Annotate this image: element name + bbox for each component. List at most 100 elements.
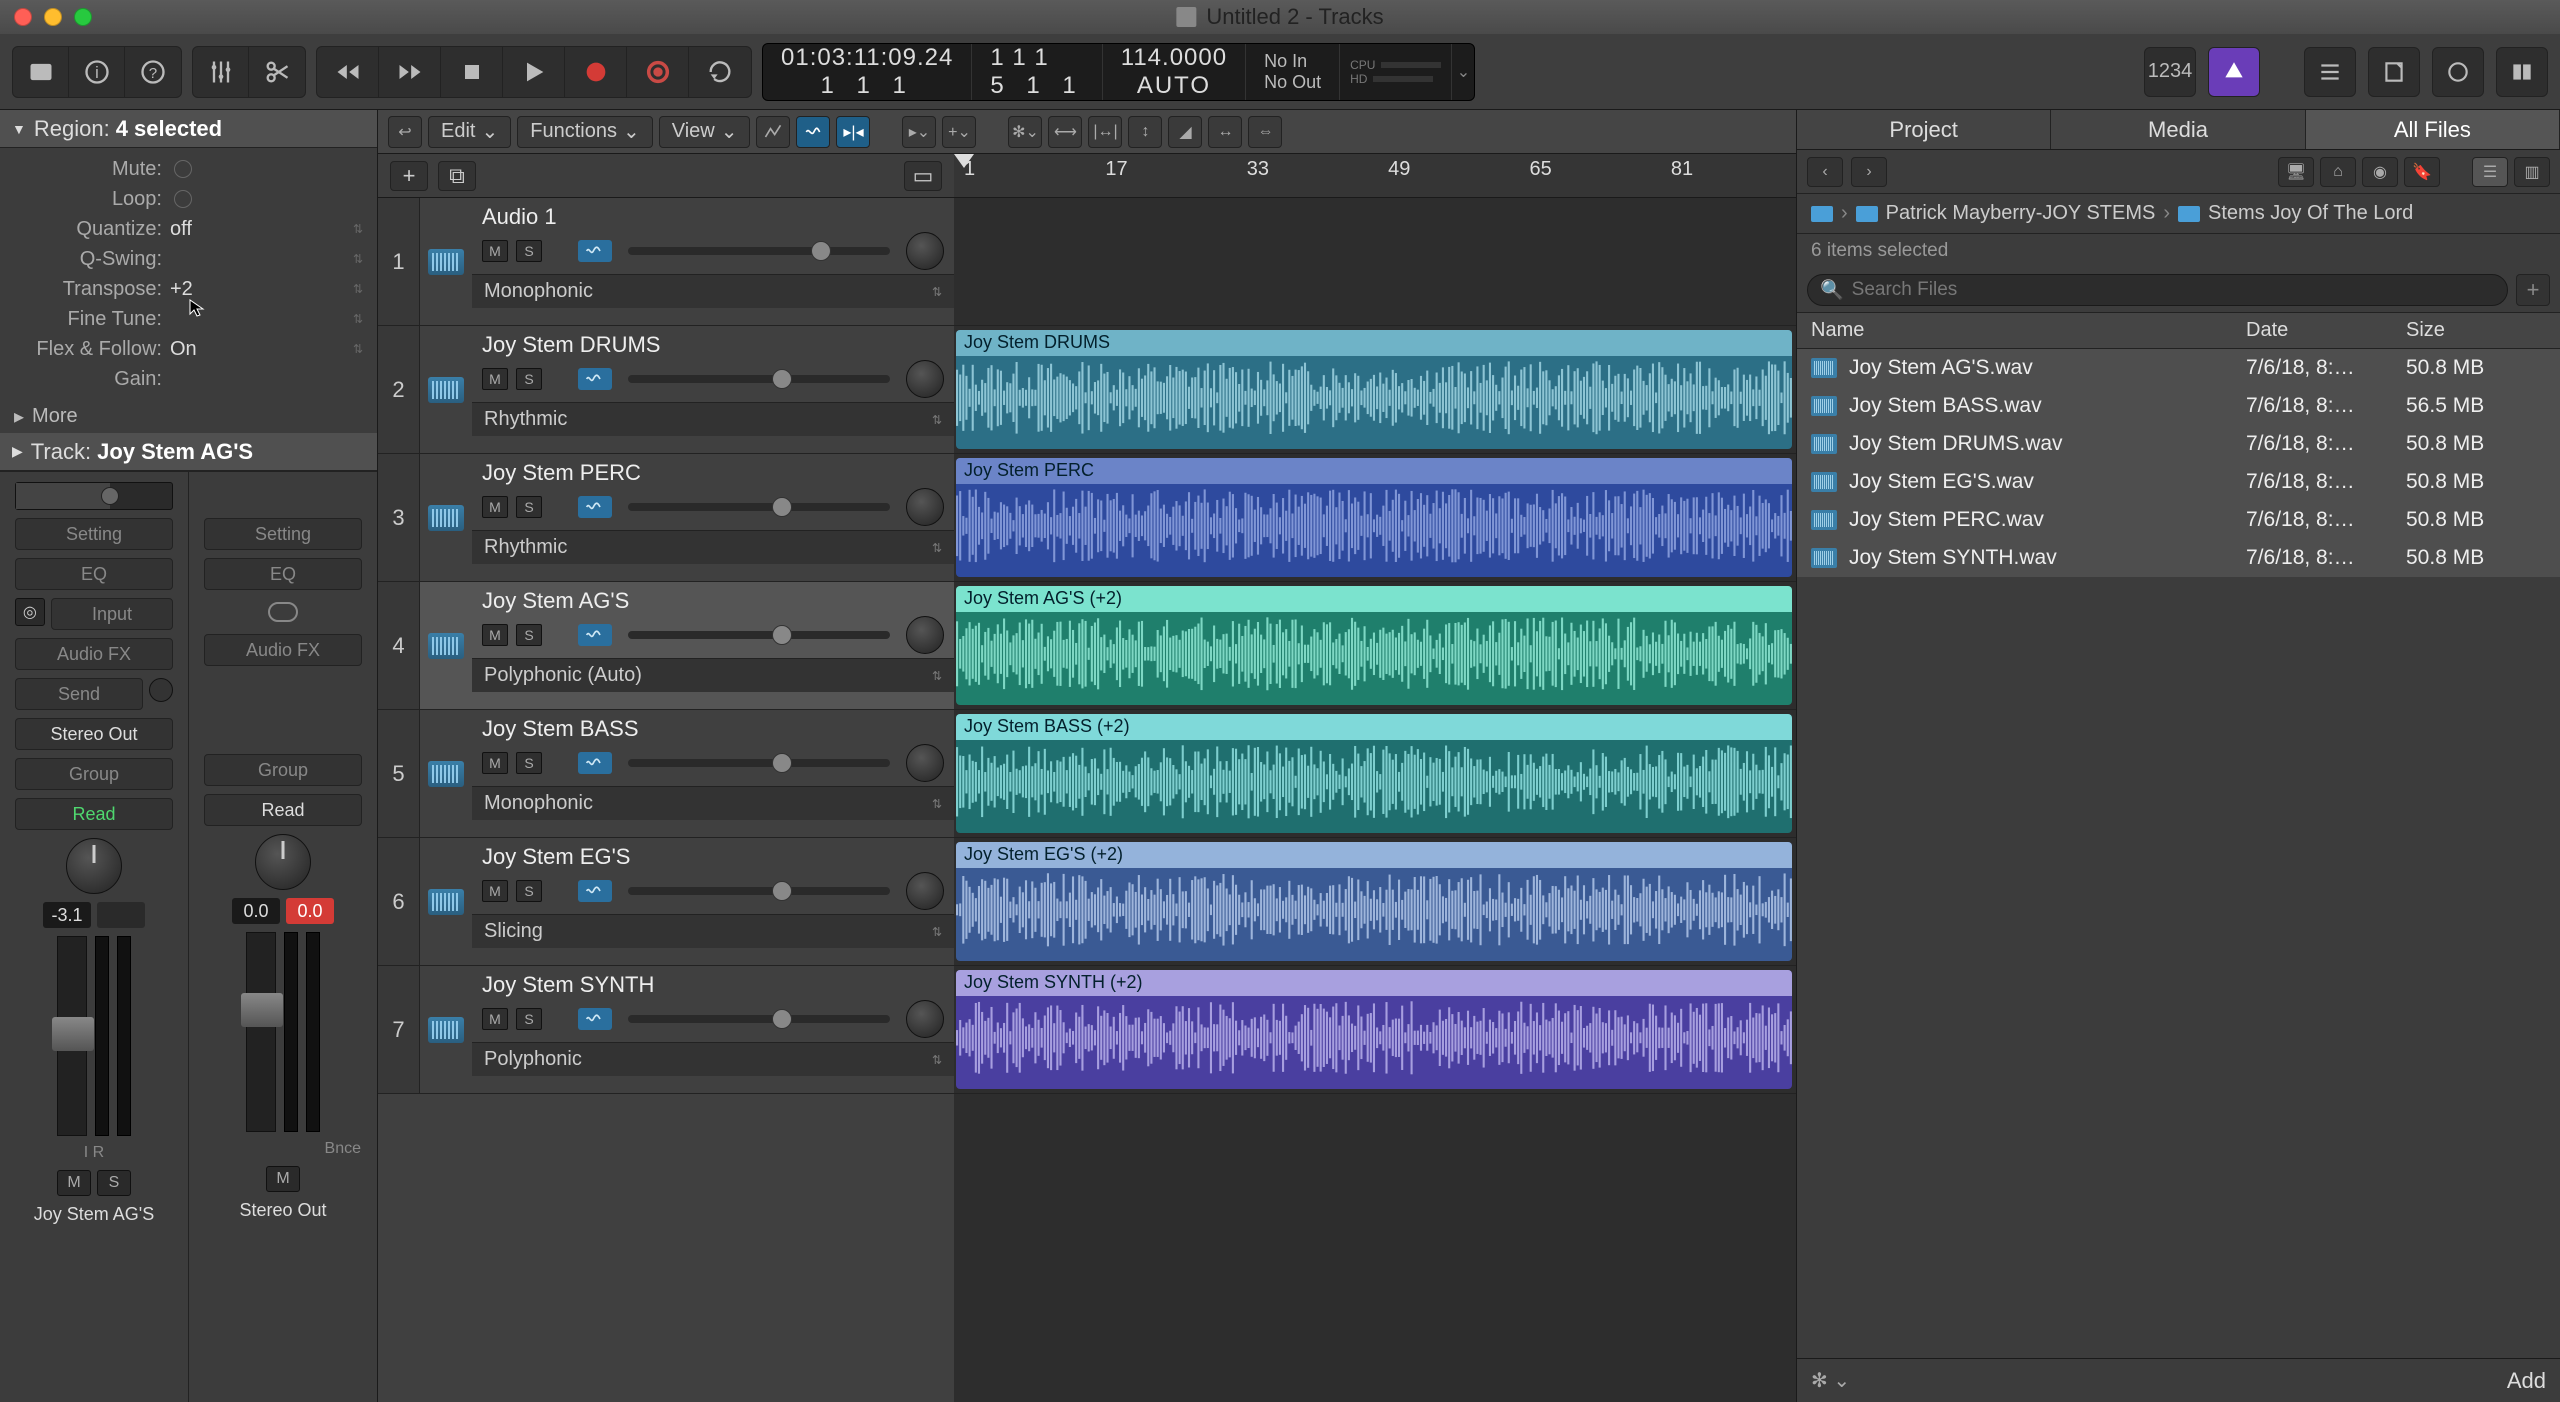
- slider-thumb[interactable]: [772, 625, 792, 645]
- automation-mode[interactable]: Read: [15, 798, 173, 830]
- output-button[interactable]: Stereo Out: [15, 718, 173, 750]
- browser-button[interactable]: [2496, 47, 2548, 97]
- automation-mode[interactable]: Read: [204, 794, 362, 826]
- setting-button[interactable]: Setting: [204, 518, 362, 550]
- eq-button[interactable]: EQ: [204, 558, 362, 590]
- chevron-updown-icon[interactable]: ⇅: [353, 222, 363, 236]
- slider-thumb[interactable]: [772, 497, 792, 517]
- wave-zoom-icon[interactable]: ◢: [1168, 116, 1202, 148]
- global-tracks-button[interactable]: ▭: [904, 161, 942, 191]
- track-name[interactable]: Joy Stem AG'S: [482, 588, 944, 614]
- solo-button[interactable]: S: [516, 880, 542, 902]
- gain-knob[interactable]: [101, 487, 119, 505]
- file-row[interactable]: Joy Stem SYNTH.wav 7/6/18, 8:… 50.8 MB: [1797, 539, 2560, 577]
- crumb-1[interactable]: Patrick Mayberry-JOY STEMS: [1886, 202, 2156, 225]
- zoom-horiz-icon[interactable]: ↔: [1208, 116, 1242, 148]
- audio-region[interactable]: Joy Stem BASS (+2): [956, 714, 1792, 833]
- track-name[interactable]: Joy Stem SYNTH: [482, 972, 944, 998]
- param-value[interactable]: On: [170, 338, 197, 361]
- mute-button[interactable]: M: [482, 368, 508, 390]
- stop-button[interactable]: [441, 47, 503, 97]
- param-value[interactable]: +2: [170, 278, 193, 301]
- disclosure-triangle-icon[interactable]: ▶: [12, 443, 23, 460]
- flex-icon[interactable]: [578, 624, 612, 646]
- mute-button[interactable]: M: [482, 752, 508, 774]
- file-row[interactable]: Joy Stem DRUMS.wav 7/6/18, 8:… 50.8 MB: [1797, 425, 2560, 463]
- list-view-button[interactable]: ☰: [2472, 157, 2508, 187]
- region-inspector-header[interactable]: ▼ Region: 4 selected: [0, 110, 377, 148]
- home-icon[interactable]: ⌂: [2320, 157, 2356, 187]
- input-button[interactable]: Input: [51, 598, 173, 630]
- solo-button[interactable]: S: [516, 752, 542, 774]
- column-view-button[interactable]: ▥: [2514, 157, 2550, 187]
- lcd-locator[interactable]: 1 1 1 5 1 1: [972, 44, 1102, 100]
- volume-slider[interactable]: [628, 631, 890, 639]
- send-knob[interactable]: [149, 678, 173, 702]
- mute-button[interactable]: M: [482, 496, 508, 518]
- fader-cap[interactable]: [52, 1017, 94, 1051]
- note-pad-button[interactable]: [2368, 47, 2420, 97]
- audio-region[interactable]: Joy Stem DRUMS: [956, 330, 1792, 449]
- track-name[interactable]: Joy Stem PERC: [482, 460, 944, 486]
- file-row[interactable]: Joy Stem PERC.wav 7/6/18, 8:… 50.8 MB: [1797, 501, 2560, 539]
- track-header[interactable]: 3 Joy Stem PERC M S Rhythmic⇅: [378, 454, 954, 582]
- region-lane[interactable]: [954, 198, 1796, 326]
- quick-help-button[interactable]: ?: [125, 47, 181, 97]
- zoom-window-button[interactable]: [74, 8, 92, 26]
- pan-value[interactable]: 0.0: [232, 898, 280, 924]
- flex-algorithm-menu[interactable]: Rhythmic⇅: [472, 530, 954, 564]
- settings-menu[interactable]: ✻⌄: [1008, 116, 1042, 148]
- back-icon[interactable]: ↩: [388, 116, 422, 148]
- breadcrumb[interactable]: › Patrick Mayberry-JOY STEMS › Stems Joy…: [1797, 194, 2560, 234]
- pointer-tool[interactable]: ▸⌄: [902, 116, 936, 148]
- param-row[interactable]: Loop:: [0, 184, 377, 214]
- duplicate-track-button[interactable]: ⧉: [438, 161, 476, 191]
- param-row[interactable]: Transpose:+2⇅: [0, 274, 377, 304]
- nav-back-button[interactable]: ‹: [1807, 157, 1843, 187]
- slider-thumb[interactable]: [772, 369, 792, 389]
- file-row[interactable]: Joy Stem EG'S.wav 7/6/18, 8:… 50.8 MB: [1797, 463, 2560, 501]
- library-button[interactable]: [13, 47, 69, 97]
- chevron-updown-icon[interactable]: ⇅: [353, 312, 363, 326]
- flex-algorithm-menu[interactable]: Monophonic⇅: [472, 786, 954, 820]
- capture-record-button[interactable]: [627, 47, 689, 97]
- flex-icon[interactable]: [796, 116, 830, 148]
- track-header[interactable]: 7 Joy Stem SYNTH M S Polyphonic⇅: [378, 966, 954, 1094]
- chevron-updown-icon[interactable]: ⇅: [353, 282, 363, 296]
- add-button[interactable]: Add: [2507, 1368, 2546, 1394]
- forward-button[interactable]: [379, 47, 441, 97]
- track-inspector-header[interactable]: ▶ Track: Joy Stem AG'S: [0, 433, 377, 471]
- solo-button[interactable]: S: [516, 240, 542, 262]
- param-value[interactable]: off: [170, 218, 192, 241]
- send-button[interactable]: Send: [15, 678, 143, 710]
- computer-icon[interactable]: 🖥: [2278, 157, 2314, 187]
- mute-button[interactable]: M: [57, 1170, 91, 1196]
- bounce-label[interactable]: Bnce: [325, 1140, 361, 1158]
- param-row[interactable]: Q-Swing:⇅: [0, 244, 377, 274]
- edit-menu[interactable]: Edit⌄: [428, 116, 511, 148]
- fader[interactable]: [57, 936, 131, 1136]
- param-row[interactable]: Flex & Follow:On⇅: [0, 334, 377, 364]
- chevron-updown-icon[interactable]: ⇅: [353, 342, 363, 356]
- add-track-button[interactable]: +: [390, 161, 428, 191]
- slider-thumb[interactable]: [772, 753, 792, 773]
- add-tool[interactable]: +⌄: [942, 116, 976, 148]
- param-row[interactable]: Gain:: [0, 364, 377, 394]
- search-input[interactable]: 🔍 Search Files: [1807, 274, 2508, 306]
- tab-all-files[interactable]: All Files: [2306, 110, 2560, 149]
- setting-button[interactable]: Setting: [15, 518, 173, 550]
- audio-region[interactable]: Joy Stem PERC: [956, 458, 1792, 577]
- nav-forward-button[interactable]: ›: [1851, 157, 1887, 187]
- locator-icon[interactable]: |↔|: [1088, 116, 1122, 148]
- slider-thumb[interactable]: [772, 881, 792, 901]
- volume-slider[interactable]: [628, 247, 890, 255]
- lcd-display[interactable]: 01:03:11:09.24 1 1 1 1 1 1 5 1 1 114.000…: [762, 43, 1475, 101]
- toggle-icon[interactable]: [174, 190, 192, 208]
- toggle-icon[interactable]: [174, 160, 192, 178]
- region-lane[interactable]: Joy Stem AG'S (+2): [954, 582, 1796, 710]
- track-name[interactable]: Joy Stem EG'S: [482, 844, 944, 870]
- stereo-link-icon[interactable]: [268, 602, 298, 622]
- fader-cap[interactable]: [241, 993, 283, 1027]
- zoom-slider-icon[interactable]: ⇔: [1248, 116, 1282, 148]
- solo-button[interactable]: S: [516, 368, 542, 390]
